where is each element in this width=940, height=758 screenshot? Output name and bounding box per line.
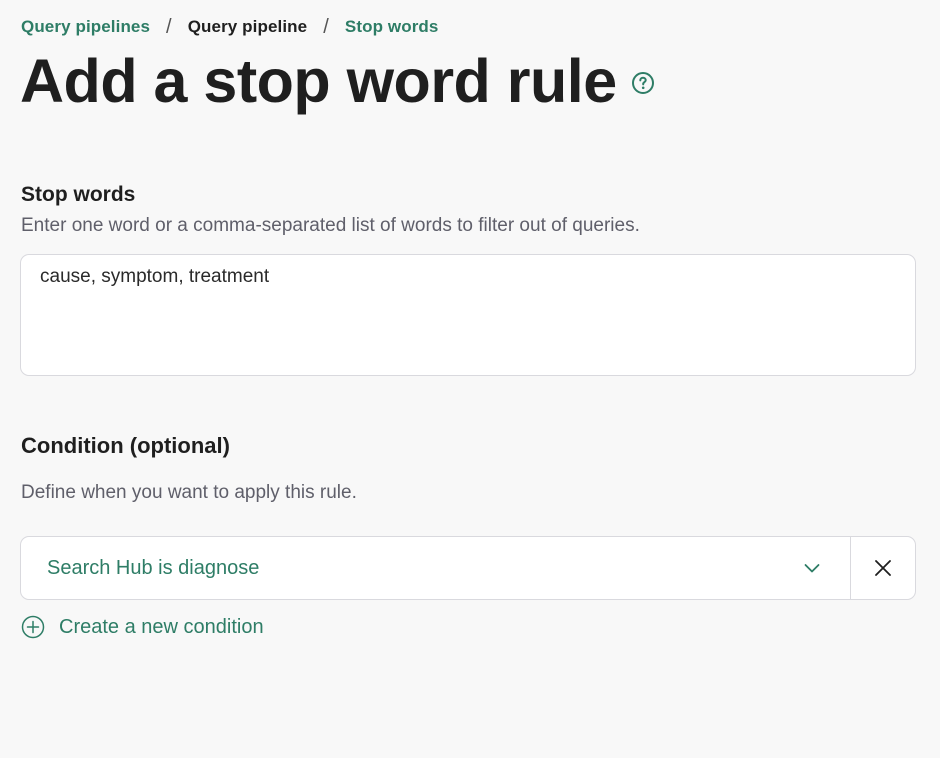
question-circle-icon[interactable]: [631, 71, 655, 95]
create-condition-label: Create a new condition: [59, 615, 264, 638]
stop-words-help: Enter one word or a comma-separated list…: [21, 215, 640, 236]
stop-words-textarea[interactable]: cause, symptom, treatment: [20, 254, 916, 376]
chevron-down-icon: [804, 564, 820, 573]
remove-condition-button[interactable]: [850, 537, 915, 599]
stop-words-label: Stop words: [21, 183, 136, 206]
title-row: Add a stop word rule: [20, 48, 655, 114]
close-icon: [875, 560, 891, 576]
condition-label: Condition (optional): [21, 433, 230, 458]
breadcrumb-separator: /: [323, 16, 329, 38]
breadcrumb-separator: /: [166, 16, 172, 38]
condition-select[interactable]: Search Hub is diagnose: [21, 537, 850, 599]
create-condition-button[interactable]: Create a new condition: [21, 615, 264, 639]
breadcrumb-query-pipeline[interactable]: Query pipeline: [188, 17, 308, 37]
condition-help: Define when you want to apply this rule.: [21, 482, 357, 503]
condition-select-value: Search Hub is diagnose: [47, 556, 260, 579]
breadcrumb: Query pipelines / Query pipeline / Stop …: [21, 17, 438, 37]
plus-circle-icon: [21, 615, 45, 639]
breadcrumb-stop-words[interactable]: Stop words: [345, 17, 439, 37]
page-title: Add a stop word rule: [20, 47, 617, 115]
condition-row: Search Hub is diagnose: [20, 536, 916, 600]
page: Query pipelines / Query pipeline / Stop …: [0, 0, 940, 758]
breadcrumb-query-pipelines[interactable]: Query pipelines: [21, 17, 150, 37]
